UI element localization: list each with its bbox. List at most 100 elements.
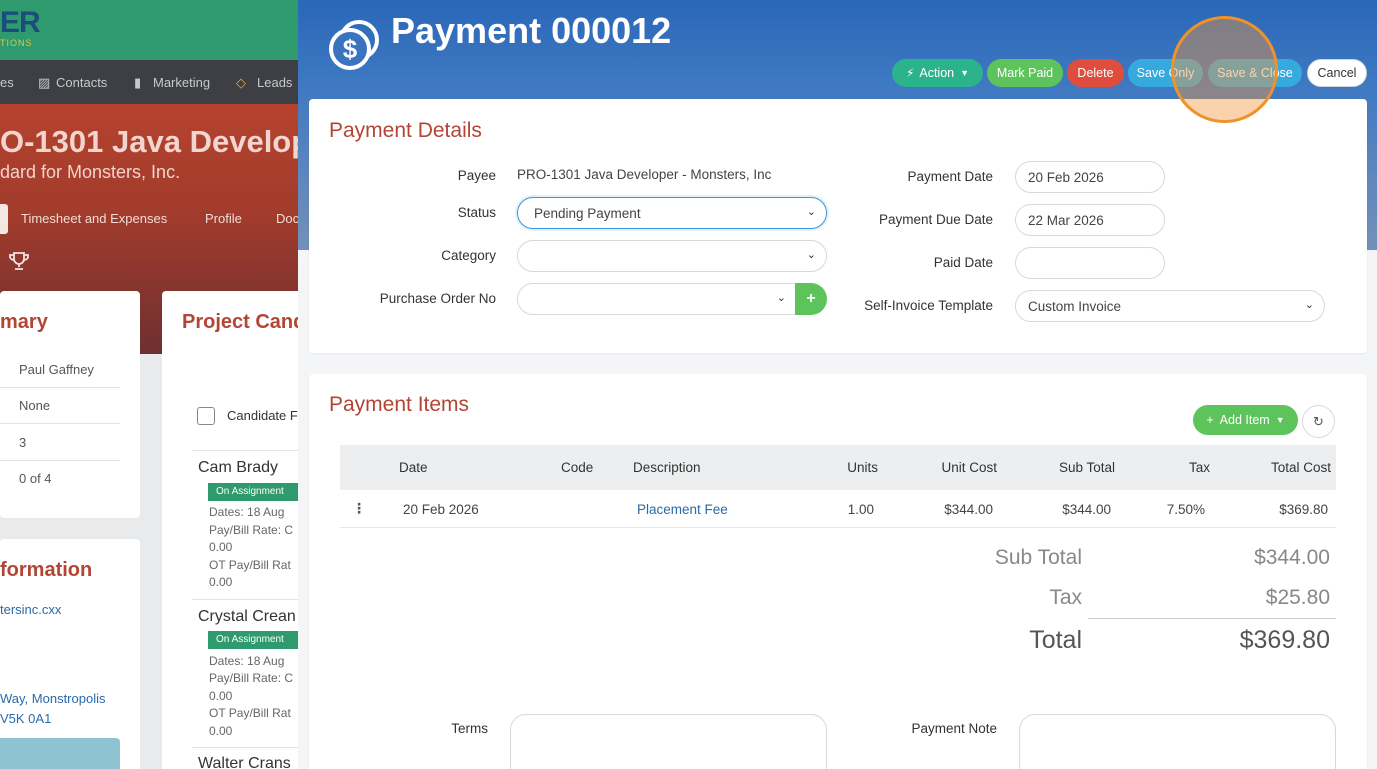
paid-date-input[interactable] (1015, 247, 1165, 279)
candidate-ot-value: 0.00 (209, 724, 233, 738)
cancel-button[interactable]: Cancel (1307, 59, 1367, 87)
background-summary-row: 0 of 4 (19, 471, 52, 486)
row-total-cost: $369.80 (1279, 502, 1328, 517)
purchase-order-select[interactable]: ⌄ (517, 283, 797, 315)
candidate-ot: OT Pay/Bill Rat (209, 706, 291, 720)
candidate-dates: Dates: 18 Aug (209, 654, 285, 668)
payment-date-input[interactable]: 20 Feb 2026 (1015, 161, 1165, 193)
status-badge: On Assignment (208, 483, 303, 501)
payment-coins-icon: $ (329, 20, 379, 70)
row-date: 20 Feb 2026 (403, 502, 479, 517)
candidate-name[interactable]: Walter Crans (198, 755, 291, 769)
background-tab[interactable]: Timesheet and Expenses (21, 211, 167, 226)
candidate-rate: Pay/Bill Rate: C (209, 671, 294, 685)
payment-items-panel: Payment Items + Add Item ▼ ↻ Date Code D… (309, 374, 1367, 769)
column-header-tax[interactable]: Tax (1189, 460, 1210, 475)
background-summary-row: None (19, 398, 51, 413)
action-button[interactable]: ⚡︎ Action ▼ (892, 59, 983, 87)
column-header-description[interactable]: Description (633, 460, 701, 475)
category-label: Category (441, 248, 496, 263)
purchase-order-label: Purchase Order No (379, 291, 496, 306)
delete-button[interactable]: Delete (1067, 59, 1124, 87)
candidate-name[interactable]: Cam Brady (198, 459, 278, 477)
divider (192, 450, 302, 451)
self-invoice-template-select[interactable]: Custom Invoice ⌄ (1015, 290, 1325, 322)
lightning-icon: ⚡︎ (905, 66, 915, 80)
status-badge: On Assignment (208, 631, 303, 649)
column-header-date[interactable]: Date (399, 460, 428, 475)
self-invoice-template-value: Custom Invoice (1028, 298, 1122, 314)
candidate-select-all-checkbox[interactable] (197, 407, 215, 425)
click-highlight-indicator (1171, 16, 1278, 123)
page-title: Payment 000012 (391, 10, 672, 51)
add-item-button[interactable]: + Add Item ▼ (1193, 405, 1298, 435)
chevron-down-icon: ⌄ (806, 206, 816, 218)
sub-total-value: $344.00 (1254, 546, 1330, 569)
divider (0, 387, 120, 388)
payment-modal: $ Payment 000012 ⚡︎ Action ▼ Mark Paid D… (298, 0, 1377, 769)
total-label: Total (1029, 626, 1082, 654)
action-button-label: Action (919, 66, 955, 80)
background-info-link[interactable]: tersinc.cxx (0, 602, 61, 617)
column-header-units[interactable]: Units (847, 460, 878, 475)
terms-textarea[interactable] (510, 714, 827, 769)
payment-date-value: 20 Feb 2026 (1028, 169, 1104, 185)
total-value: $369.80 (1239, 626, 1330, 654)
candidate-ot-value: 0.00 (209, 575, 233, 589)
candidate-rate: Pay/Bill Rate: C (209, 523, 294, 537)
row-tax: 7.50% (1166, 502, 1205, 517)
background-logo-subtitle: TIONS (0, 38, 33, 48)
chevron-down-icon: ▼ (1275, 415, 1285, 425)
refresh-button[interactable]: ↻ (1302, 405, 1335, 438)
trophy-icon[interactable] (8, 251, 30, 271)
tax-value: $25.80 (1265, 586, 1330, 609)
plus-icon: + (806, 290, 816, 307)
background-nav-item[interactable]: Contacts (56, 75, 107, 90)
mark-paid-button[interactable]: Mark Paid (987, 59, 1063, 87)
add-purchase-order-button[interactable]: + (795, 283, 827, 315)
background-nav-item[interactable]: es (0, 75, 14, 90)
row-unit-cost: $344.00 (944, 502, 993, 517)
payment-details-title: Payment Details (329, 119, 482, 142)
payment-note-textarea[interactable] (1019, 714, 1336, 769)
payment-details-panel: Payment Details Payee PRO-1301 Java Deve… (309, 99, 1367, 353)
background-map-panel (0, 738, 120, 769)
divider (0, 460, 120, 461)
background-address-line[interactable]: V5K 0A1 (0, 711, 51, 726)
background-nav-item[interactable]: Leads (257, 75, 292, 90)
candidate-checkbox-label: Candidate F (227, 408, 298, 423)
background-nav-item[interactable]: Marketing (153, 75, 210, 90)
category-select[interactable]: ⌄ (517, 240, 827, 272)
candidate-name[interactable]: Crystal Crean (198, 608, 296, 626)
column-header-total-cost[interactable]: Total Cost (1271, 460, 1331, 475)
self-invoice-template-label: Self-Invoice Template (864, 298, 993, 313)
background-summary-row: 3 (19, 435, 27, 450)
table-row[interactable]: ⋮ 20 Feb 2026 Placement Fee 1.00 $344.00… (340, 490, 1336, 528)
payment-due-date-label: Payment Due Date (878, 212, 993, 227)
payment-due-date-input[interactable]: 22 Mar 2026 (1015, 204, 1165, 236)
terms-label: Terms (451, 721, 488, 736)
background-tab[interactable]: Profile (205, 211, 242, 226)
column-header-code[interactable]: Code (561, 460, 593, 475)
plus-icon: + (1206, 413, 1214, 427)
status-select[interactable]: Pending Payment ⌄ (517, 197, 827, 229)
background-title: O-1301 Java Develop (0, 124, 311, 159)
background-tab-active[interactable] (0, 204, 8, 234)
paid-date-label: Paid Date (933, 255, 993, 270)
divider (192, 747, 302, 748)
row-description-link[interactable]: Placement Fee (637, 502, 728, 517)
sub-total-label: Sub Total (994, 546, 1082, 569)
background-summary-card: mary Paul Gaffney None 3 0 of 4 (0, 291, 140, 518)
leads-icon: ◇ (236, 75, 246, 90)
status-select-value: Pending Payment (534, 205, 641, 221)
marketing-icon: ▮ (134, 75, 142, 90)
row-menu-icon[interactable]: ⋮ (352, 500, 366, 517)
column-header-unit-cost[interactable]: Unit Cost (941, 460, 997, 475)
background-tab[interactable]: Doc (276, 211, 299, 226)
candidate-dates: Dates: 18 Aug (209, 505, 285, 519)
candidate-ot: OT Pay/Bill Rat (209, 558, 291, 572)
column-header-sub-total[interactable]: Sub Total (1059, 460, 1115, 475)
background-candidates-title: Project Cand (182, 311, 306, 333)
background-summary-title: mary (0, 311, 48, 333)
background-address-line[interactable]: Way, Monstropolis (0, 691, 105, 706)
